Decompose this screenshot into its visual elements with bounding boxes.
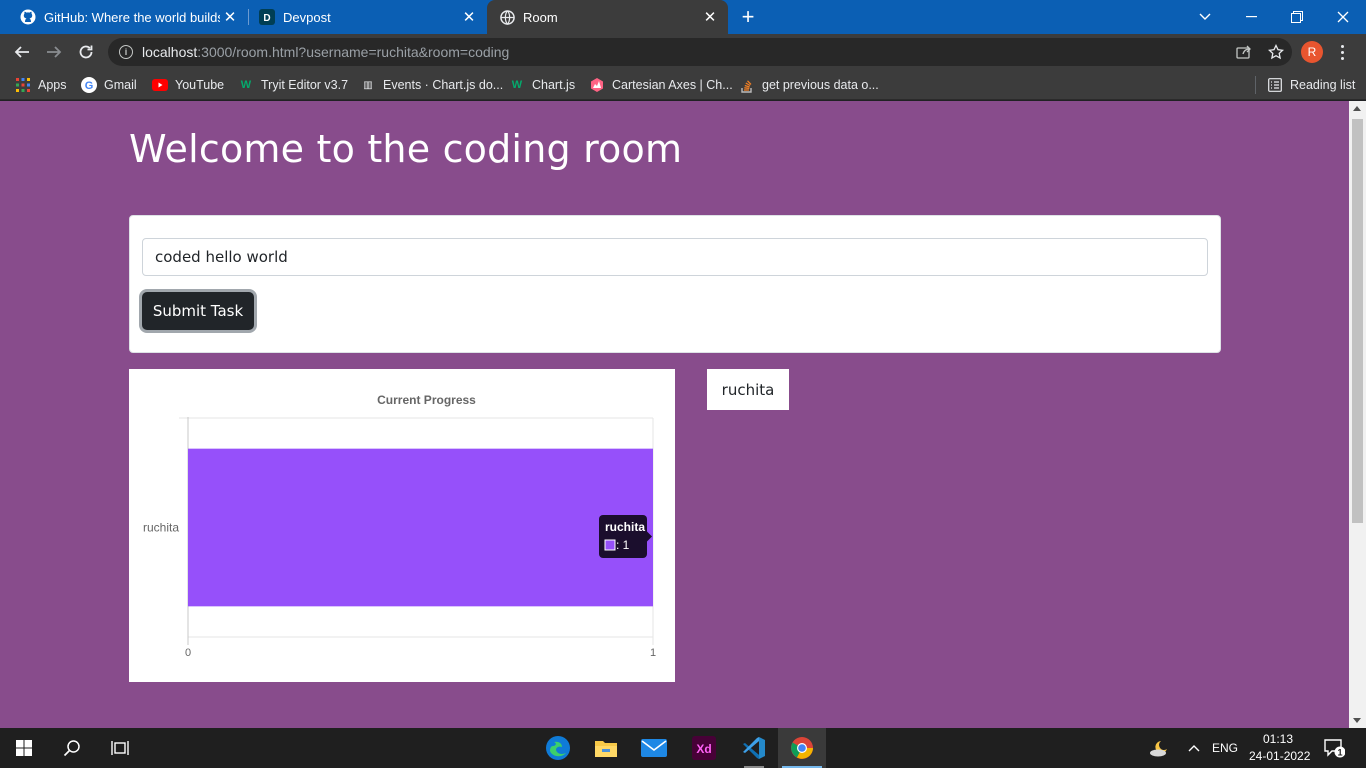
- notification-count: 1: [1337, 748, 1342, 758]
- chart-title: Current Progress: [377, 393, 476, 407]
- bookmark-chartjs[interactable]: W Chart.js: [509, 75, 575, 95]
- clock-time[interactable]: 01:13: [1263, 732, 1293, 746]
- chartjs-logo-icon: [589, 77, 605, 93]
- forward-arrow-icon[interactable]: [40, 38, 68, 66]
- task-view-icon[interactable]: [96, 728, 144, 768]
- scroll-up-arrow-icon[interactable]: [1353, 106, 1361, 111]
- back-arrow-icon[interactable]: [8, 38, 36, 66]
- bookmark-youtube[interactable]: YouTube: [152, 75, 224, 95]
- page-scrollbar[interactable]: [1349, 101, 1366, 728]
- reading-list-button[interactable]: Reading list: [1267, 75, 1355, 95]
- bookmark-label: Chart.js: [532, 78, 576, 92]
- mail-icon[interactable]: [630, 728, 678, 768]
- bookmarks-divider: [1255, 76, 1256, 94]
- bookmark-label: get previous data o...: [762, 78, 879, 92]
- file-explorer-icon[interactable]: [582, 728, 630, 768]
- profile-avatar[interactable]: R: [1301, 41, 1323, 63]
- w3schools-icon: W: [511, 79, 523, 91]
- browser-menu-icon[interactable]: [1334, 38, 1350, 66]
- google-icon: G: [81, 77, 97, 93]
- tab-room[interactable]: Room ✕: [487, 0, 728, 34]
- reading-list-icon: [1267, 77, 1283, 93]
- svg-text:D: D: [263, 13, 270, 24]
- bookmark-star-icon[interactable]: [1260, 44, 1292, 60]
- site-info-icon[interactable]: i: [119, 45, 133, 59]
- reading-list-label: Reading list: [1290, 78, 1356, 92]
- reload-icon[interactable]: [72, 38, 100, 66]
- github-icon: [20, 9, 36, 25]
- bookmarks-bar: Apps G Gmail YouTube W Tryit Editor v3.7…: [0, 70, 1366, 100]
- windows-start-icon[interactable]: [0, 728, 48, 768]
- tab-search-chevron-icon[interactable]: [1182, 0, 1228, 34]
- tab-title: GitHub: Where the world builds s: [44, 9, 220, 25]
- chart-tooltip-title: ruchita: [605, 520, 645, 534]
- chart-bar: [188, 448, 653, 607]
- scrollbar-thumb[interactable]: [1352, 119, 1363, 523]
- svg-text:Xd: Xd: [696, 742, 711, 756]
- chart-x-tick-label: 1: [650, 647, 656, 659]
- bookmark-label: YouTube: [175, 78, 225, 92]
- scroll-down-arrow-icon[interactable]: [1353, 718, 1361, 723]
- edge-icon[interactable]: [534, 728, 582, 768]
- chart-x-tick-label: 0: [185, 647, 191, 659]
- close-window-icon[interactable]: [1320, 0, 1366, 34]
- bookmark-label: Tryit Editor v3.7: [261, 78, 349, 92]
- tab-github[interactable]: GitHub: Where the world builds s ✕: [0, 0, 248, 34]
- svg-text:G: G: [85, 80, 94, 92]
- tab-strip: GitHub: Where the world builds s ✕ D Dev…: [0, 0, 1366, 34]
- adobe-xd-icon[interactable]: Xd: [680, 728, 728, 768]
- omnibox-actions: [1228, 38, 1292, 66]
- apps-grid-icon: [15, 77, 31, 93]
- task-card: Submit Task: [129, 215, 1221, 353]
- search-icon[interactable]: [48, 728, 96, 768]
- tab-title: Room: [523, 9, 558, 25]
- close-icon[interactable]: ✕: [700, 7, 720, 27]
- address-bar[interactable]: i localhost:3000/room.html?username=ruch…: [108, 38, 1292, 66]
- close-icon[interactable]: ✕: [459, 7, 479, 27]
- vscode-icon[interactable]: [730, 728, 778, 768]
- bookmark-label: Events · Chart.js do...: [383, 78, 504, 92]
- bookmark-apps[interactable]: Apps: [15, 75, 67, 95]
- new-tab-button[interactable]: +: [736, 4, 760, 29]
- weather-moon-icon[interactable]: [1136, 728, 1184, 768]
- chart-tooltip-swatch: [604, 539, 616, 551]
- tab-title: Devpost: [283, 9, 331, 25]
- bookmark-cartesian-axes[interactable]: Cartesian Axes | Ch...: [589, 75, 733, 95]
- clock-date[interactable]: 24-01-2022: [1249, 749, 1310, 763]
- bookmark-events-chartjs[interactable]: ▥ Events · Chart.js do...: [360, 75, 503, 95]
- devpost-icon: D: [259, 9, 275, 25]
- minimize-icon[interactable]: [1228, 0, 1274, 34]
- chart-category-label: ruchita: [143, 521, 179, 535]
- bookmark-label: Gmail: [104, 78, 137, 92]
- user-chip: ruchita: [707, 369, 789, 410]
- bookmark-label: Apps: [38, 78, 67, 92]
- bookmark-label: Cartesian Axes | Ch...: [612, 78, 733, 92]
- tab-devpost[interactable]: D Devpost ✕: [249, 0, 487, 34]
- input-language-indicator[interactable]: ENG: [1212, 741, 1238, 755]
- share-icon[interactable]: [1228, 45, 1260, 59]
- bookmark-previous-data[interactable]: get previous data o...: [739, 75, 879, 95]
- chrome-icon[interactable]: [778, 728, 826, 768]
- book-icon: ▥: [363, 79, 373, 91]
- w3schools-icon: W: [240, 79, 252, 91]
- windows-taskbar: Xd ENG 01:13 24-01-2022 1: [0, 728, 1366, 768]
- close-icon[interactable]: ✕: [220, 7, 240, 27]
- bookmark-gmail[interactable]: G Gmail: [81, 75, 137, 95]
- submit-task-button[interactable]: Submit Task: [142, 292, 254, 330]
- globe-icon: [499, 9, 515, 25]
- bookmark-tryit-editor[interactable]: W Tryit Editor v3.7: [238, 75, 348, 95]
- progress-chart-canvas: Current Progress ruchita 0 1 ruchita : 1: [143, 393, 656, 659]
- page-viewport: Welcome to the coding room Submit Task C…: [0, 101, 1366, 728]
- browser-toolbar: i localhost:3000/room.html?username=ruch…: [0, 34, 1366, 70]
- chevron-up-icon[interactable]: [1180, 728, 1208, 768]
- notification-center-icon[interactable]: 1: [1310, 728, 1358, 768]
- chart-tooltip-value: : 1: [616, 538, 630, 552]
- restore-icon[interactable]: [1274, 0, 1320, 34]
- stackoverflow-icon: [739, 77, 755, 93]
- youtube-icon: [152, 77, 168, 93]
- page-title: Welcome to the coding room: [129, 127, 683, 171]
- progress-chart: Current Progress ruchita 0 1 ruchita : 1: [129, 369, 675, 682]
- task-input[interactable]: [142, 238, 1208, 276]
- url-text[interactable]: localhost:3000/room.html?username=ruchit…: [142, 44, 509, 60]
